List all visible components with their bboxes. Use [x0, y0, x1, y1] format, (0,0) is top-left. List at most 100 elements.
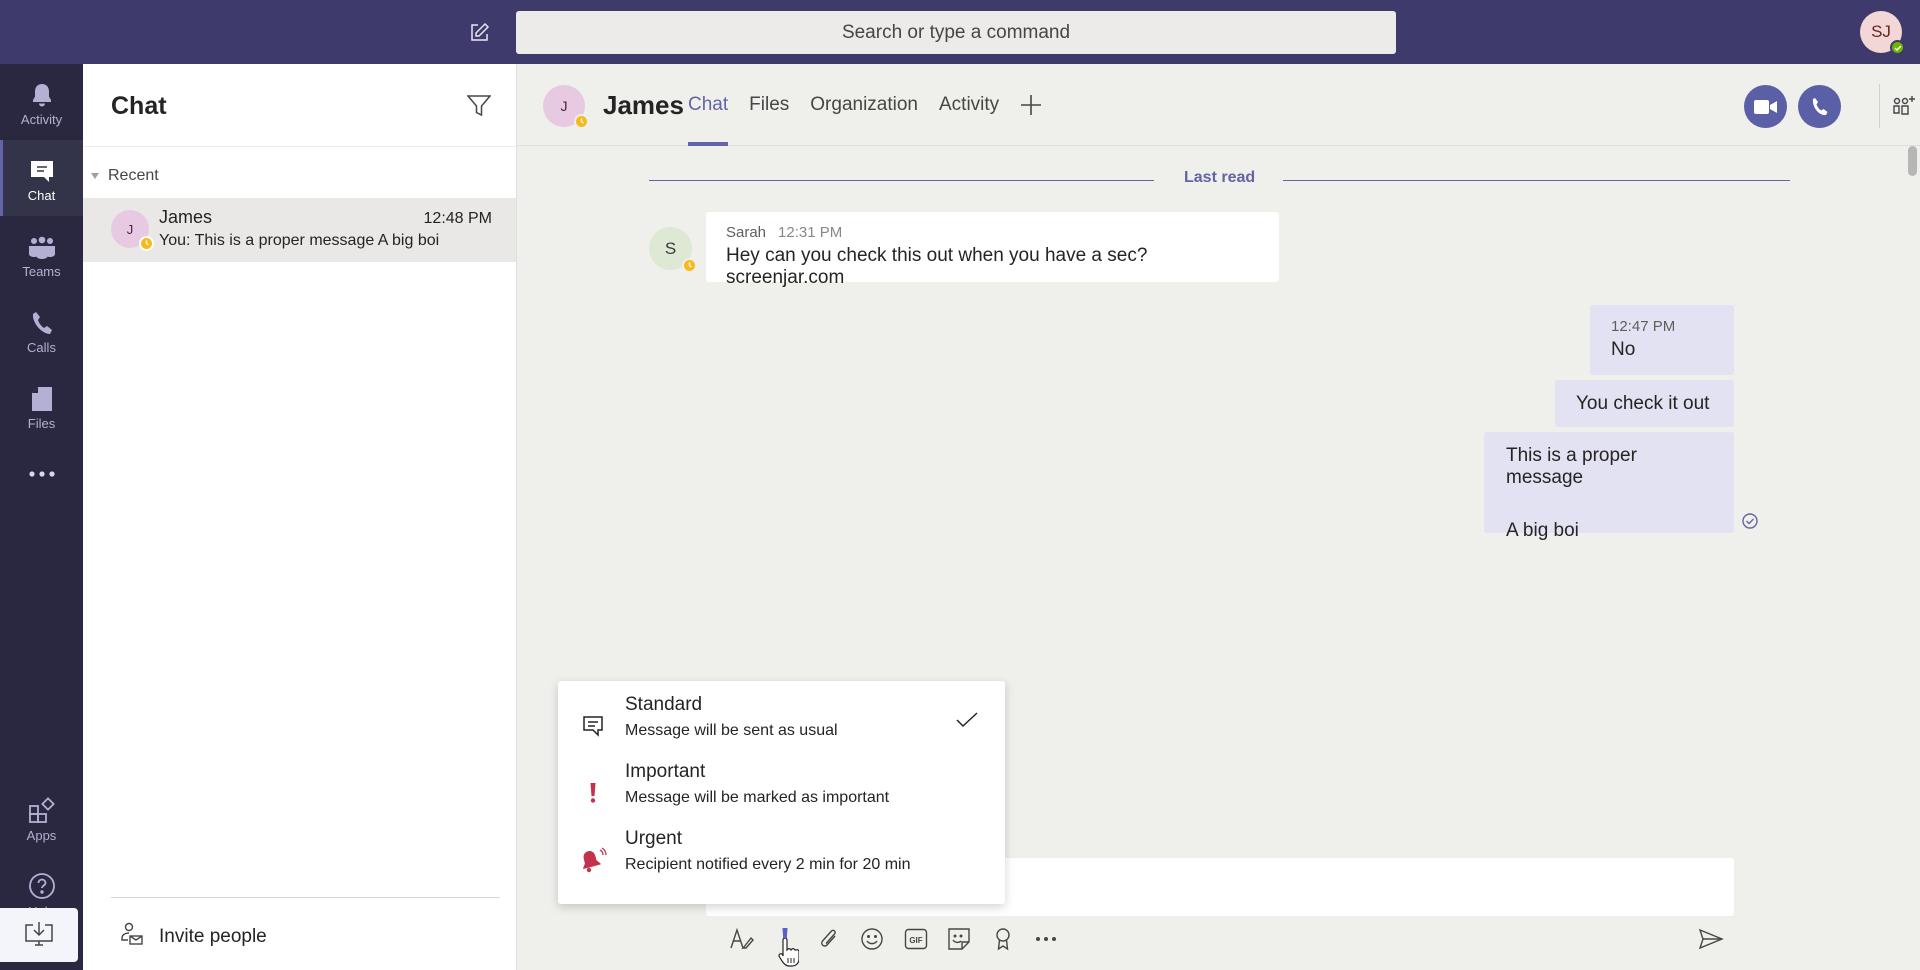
rail-item-chat[interactable]: Chat [0, 140, 83, 216]
section-label: Recent [108, 167, 159, 184]
recent-section-toggle[interactable]: Recent [91, 167, 159, 185]
svg-text:GIF: GIF [909, 936, 922, 945]
message-text: You check it out [1576, 393, 1710, 414]
more-horizontal-icon [28, 465, 55, 480]
download-app-icon [25, 922, 53, 946]
outgoing-message[interactable]: 12:47 PM No [1590, 305, 1734, 375]
away-status-icon [139, 236, 154, 251]
chat-icon [29, 154, 55, 184]
chat-list-item[interactable]: J James 12:48 PM You: This is a proper m… [83, 198, 516, 262]
rail-item-activity[interactable]: Activity [0, 64, 83, 140]
important-exclamation-icon [578, 778, 608, 808]
seen-receipt-icon [1741, 512, 1759, 530]
divider [1879, 84, 1880, 128]
message-text: No [1611, 339, 1636, 360]
tab-organization[interactable]: Organization [810, 64, 918, 146]
standard-message-icon [578, 711, 608, 741]
last-read-label: Last read [1184, 169, 1256, 186]
sender-avatar[interactable]: S [649, 227, 697, 273]
audio-call-button[interactable] [1798, 85, 1841, 128]
user-initials: SJ [1871, 22, 1891, 41]
search-input[interactable]: Search or type a command [516, 11, 1396, 54]
download-app-button[interactable] [0, 908, 78, 962]
conversation-header: J James Chat Files Organization Activity [517, 64, 1920, 146]
outgoing-message[interactable]: This is a proper message A big boi [1484, 432, 1734, 541]
invite-people-button[interactable]: Invite people [119, 922, 267, 952]
rail-item-calls[interactable]: Calls [0, 292, 83, 368]
rail-label: Apps [26, 827, 57, 843]
sticker-button[interactable] [938, 920, 982, 958]
divider [111, 897, 500, 898]
menu-item-important[interactable]: Important Message will be marked as impo… [558, 758, 1005, 825]
incoming-message[interactable]: Sarah 12:31 PM Hey can you check this out… [706, 212, 1279, 288]
menu-item-description: Message will be sent as usual [625, 722, 838, 739]
tab-files[interactable]: Files [749, 64, 789, 146]
file-icon [31, 382, 53, 412]
add-people-icon [1893, 96, 1915, 115]
add-tab-button[interactable] [1020, 64, 1042, 146]
rail-item-teams[interactable]: Teams [0, 216, 83, 292]
divider [83, 146, 516, 147]
chat-time: 12:48 PM [423, 210, 492, 227]
tab-chat[interactable]: Chat [688, 64, 729, 146]
outgoing-message[interactable]: You check it out [1555, 380, 1734, 427]
menu-item-title: Important [625, 761, 706, 782]
sticker-icon [948, 928, 970, 950]
filter-icon [467, 95, 491, 117]
urgent-bell-icon [578, 845, 608, 875]
available-status-icon [1890, 40, 1905, 55]
contact-name: James [603, 90, 684, 120]
bell-icon [30, 78, 54, 108]
phone-icon [1812, 97, 1827, 115]
sender-name: Sarah [726, 224, 767, 241]
rail-label: Files [27, 415, 56, 431]
message-time: 12:47 PM [1611, 318, 1676, 335]
add-people-button[interactable] [1887, 89, 1920, 123]
menu-item-standard[interactable]: Standard Message will be sent as usual [558, 691, 1005, 758]
user-avatar[interactable]: SJ [1860, 11, 1905, 55]
rail-label: Teams [22, 263, 61, 279]
contact-avatar[interactable]: J [543, 85, 589, 129]
format-button[interactable] [720, 920, 764, 958]
chat-list-title: Chat [111, 92, 167, 120]
rail-item-more[interactable] [0, 444, 83, 500]
avatar-initial: J [560, 98, 568, 114]
teams-icon [28, 230, 56, 260]
send-icon [1698, 928, 1724, 950]
divider-line [1283, 180, 1790, 181]
send-button[interactable] [1696, 924, 1726, 954]
attach-icon [820, 929, 836, 947]
video-call-button[interactable] [1744, 85, 1787, 128]
menu-item-description: Message will be marked as important [625, 789, 890, 806]
apps-icon [28, 794, 56, 824]
avatar-initial: J [126, 221, 134, 237]
message-text-line: This is a proper message [1506, 445, 1637, 488]
chat-preview: You: This is a proper message A big boi [159, 232, 440, 249]
filter-button[interactable] [466, 93, 492, 119]
format-icon [730, 928, 754, 949]
message-text-line: A big boi [1506, 520, 1579, 541]
menu-item-title: Urgent [625, 828, 683, 849]
invite-label: Invite people [159, 926, 267, 947]
rail-item-apps[interactable]: Apps [0, 780, 83, 856]
message-meta: Sarah 12:31 PM [726, 224, 1259, 241]
emoji-icon [861, 928, 883, 950]
new-chat-button[interactable] [466, 20, 492, 46]
attach-button[interactable] [807, 920, 851, 958]
avatar-initial: S [664, 238, 677, 258]
emoji-button[interactable] [851, 920, 895, 958]
tab-activity[interactable]: Activity [939, 64, 999, 146]
menu-item-urgent[interactable]: Urgent Recipient notified every 2 min fo… [558, 825, 1005, 892]
praise-button[interactable] [981, 920, 1025, 958]
top-bar: Search or type a command SJ [0, 0, 1920, 64]
gif-button[interactable]: GIF [894, 920, 938, 958]
avatar: J [111, 210, 154, 251]
help-icon [28, 870, 56, 900]
more-options-button[interactable] [1025, 920, 1069, 958]
menu-item-title: Standard [625, 694, 703, 715]
praise-icon [996, 928, 1010, 951]
compose-icon [471, 22, 490, 41]
scrollbar-thumb[interactable] [1908, 146, 1917, 176]
rail-item-files[interactable]: Files [0, 368, 83, 444]
compose-toolbar: GIF [720, 920, 1068, 958]
